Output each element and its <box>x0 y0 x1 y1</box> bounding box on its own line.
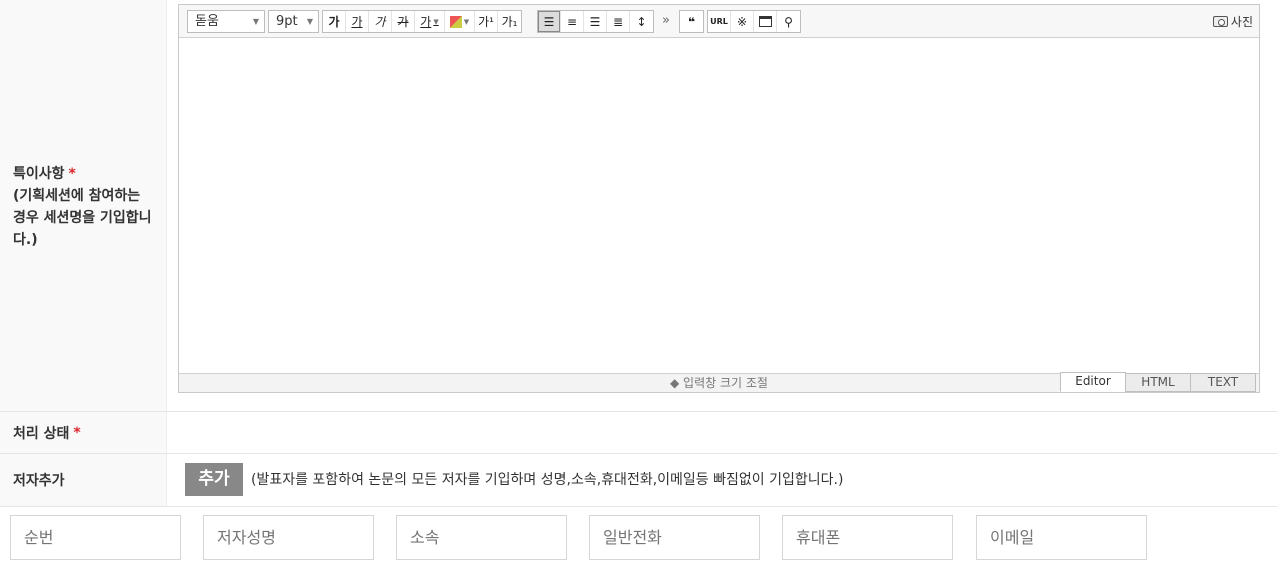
email-input[interactable] <box>976 515 1147 560</box>
note-label-cell: 특이사항 * (기획세션에 참여하는 경우 세션명을 기입합니다.) <box>0 0 167 411</box>
add-author-button[interactable]: 추가 <box>185 463 243 496</box>
insert-photo-button[interactable]: 사진 <box>1212 13 1253 30</box>
special-char-button[interactable]: ※ <box>731 11 754 32</box>
mobile-input[interactable] <box>782 515 953 560</box>
chevron-down-icon: ▼ <box>306 17 313 26</box>
align-center-button[interactable]: ≡ <box>561 11 584 32</box>
line-height-icon: ↕ <box>636 14 647 29</box>
font-family-select[interactable]: 돋움 ▼ <box>187 10 265 33</box>
highlighter-icon <box>449 15 462 28</box>
editor-content-area[interactable] <box>179 38 1259 374</box>
required-mark: * <box>73 424 81 441</box>
note-sub-label: (기획세션에 참여하는 경우 세션명을 기입합니다.) <box>13 188 152 248</box>
affiliation-input[interactable] <box>396 515 567 560</box>
photo-label: 사진 <box>1230 15 1253 29</box>
quote-group: ❝ <box>679 10 704 33</box>
tab-editor[interactable]: Editor <box>1060 372 1126 392</box>
author-label-cell: 저자추가 <box>0 454 167 506</box>
line-height-button[interactable]: ↕ <box>630 11 653 32</box>
italic-button[interactable]: 가 <box>369 11 392 32</box>
font-size-value: 9pt <box>276 14 298 29</box>
status-label: 처리 상태 <box>13 425 70 442</box>
text-style-group: 가 가 가 가 가 ▼ ▼ 가¹ 가₁ <box>322 10 522 33</box>
align-right-icon: ☰ <box>589 14 601 29</box>
insert-group: URL ※ ⚲ <box>707 10 801 33</box>
status-row: 처리 상태 * <box>0 412 1277 454</box>
subscript-button[interactable]: 가₁ <box>498 11 521 32</box>
camera-icon <box>1212 16 1228 27</box>
align-right-button[interactable]: ☰ <box>584 11 607 32</box>
chevron-down-icon: ▼ <box>463 17 470 26</box>
note-row: 특이사항 * (기획세션에 참여하는 경우 세션명을 기입합니다.) 돋움 ▼ 9… <box>0 0 1277 412</box>
align-left-button[interactable]: ☰ <box>538 11 561 32</box>
tab-html[interactable]: HTML <box>1125 373 1191 392</box>
superscript-button[interactable]: 가¹ <box>475 11 498 32</box>
chevron-down-icon: ▼ <box>433 17 439 26</box>
tab-text[interactable]: TEXT <box>1190 373 1256 392</box>
font-color-label: 가 <box>420 15 432 29</box>
table-icon <box>758 16 772 27</box>
font-family-value: 돋움 <box>195 14 219 29</box>
align-justify-button[interactable]: ≣ <box>607 11 630 32</box>
align-center-icon: ≡ <box>566 14 578 29</box>
font-color-button[interactable]: 가 ▼ <box>415 11 445 32</box>
find-button[interactable]: ⚲ <box>777 11 800 32</box>
bold-button[interactable]: 가 <box>323 11 346 32</box>
more-icon[interactable]: » <box>662 13 670 28</box>
editor-toolbar: 돋움 ▼ 9pt ▼ 가 가 가 가 가 ▼ ▼ 가¹ 가₁ ☰ ≡ ☰ ≣ ↕… <box>179 5 1259 38</box>
note-label: 특이사항 <box>13 166 65 182</box>
seq-no-input[interactable] <box>10 515 181 560</box>
chevron-down-icon: ▼ <box>252 17 259 26</box>
align-justify-icon: ≣ <box>612 14 624 29</box>
quote-button[interactable]: ❝ <box>680 11 703 32</box>
search-icon: ⚲ <box>784 14 793 29</box>
align-group: ☰ ≡ ☰ ≣ ↕ <box>537 10 654 33</box>
author-row: 저자추가 추가 (발표자를 포함하여 논문의 모든 저자를 기입하며 성명,소속… <box>0 454 1277 507</box>
font-size-select[interactable]: 9pt ▼ <box>268 10 319 33</box>
rich-text-editor: 돋움 ▼ 9pt ▼ 가 가 가 가 가 ▼ ▼ 가¹ 가₁ ☰ ≡ ☰ ≣ ↕… <box>178 4 1260 393</box>
required-mark: * <box>68 166 76 182</box>
underline-button[interactable]: 가 <box>346 11 369 32</box>
author-fields <box>0 515 1277 560</box>
align-left-icon: ☰ <box>543 14 555 29</box>
author-label: 저자추가 <box>13 473 65 489</box>
editor-mode-tabs: Editor HTML TEXT <box>1060 372 1256 392</box>
status-label-cell: 처리 상태 * <box>0 412 167 453</box>
highlight-color-button[interactable]: ▼ <box>445 11 475 32</box>
url-button[interactable]: URL <box>708 11 731 32</box>
phone-input[interactable] <box>589 515 760 560</box>
author-name-input[interactable] <box>203 515 374 560</box>
strikethrough-button[interactable]: 가 <box>392 11 415 32</box>
author-instructions: (발표자를 포함하여 논문의 모든 저자를 기입하며 성명,소속,휴대전화,이메… <box>251 472 844 488</box>
table-button[interactable] <box>754 11 777 32</box>
